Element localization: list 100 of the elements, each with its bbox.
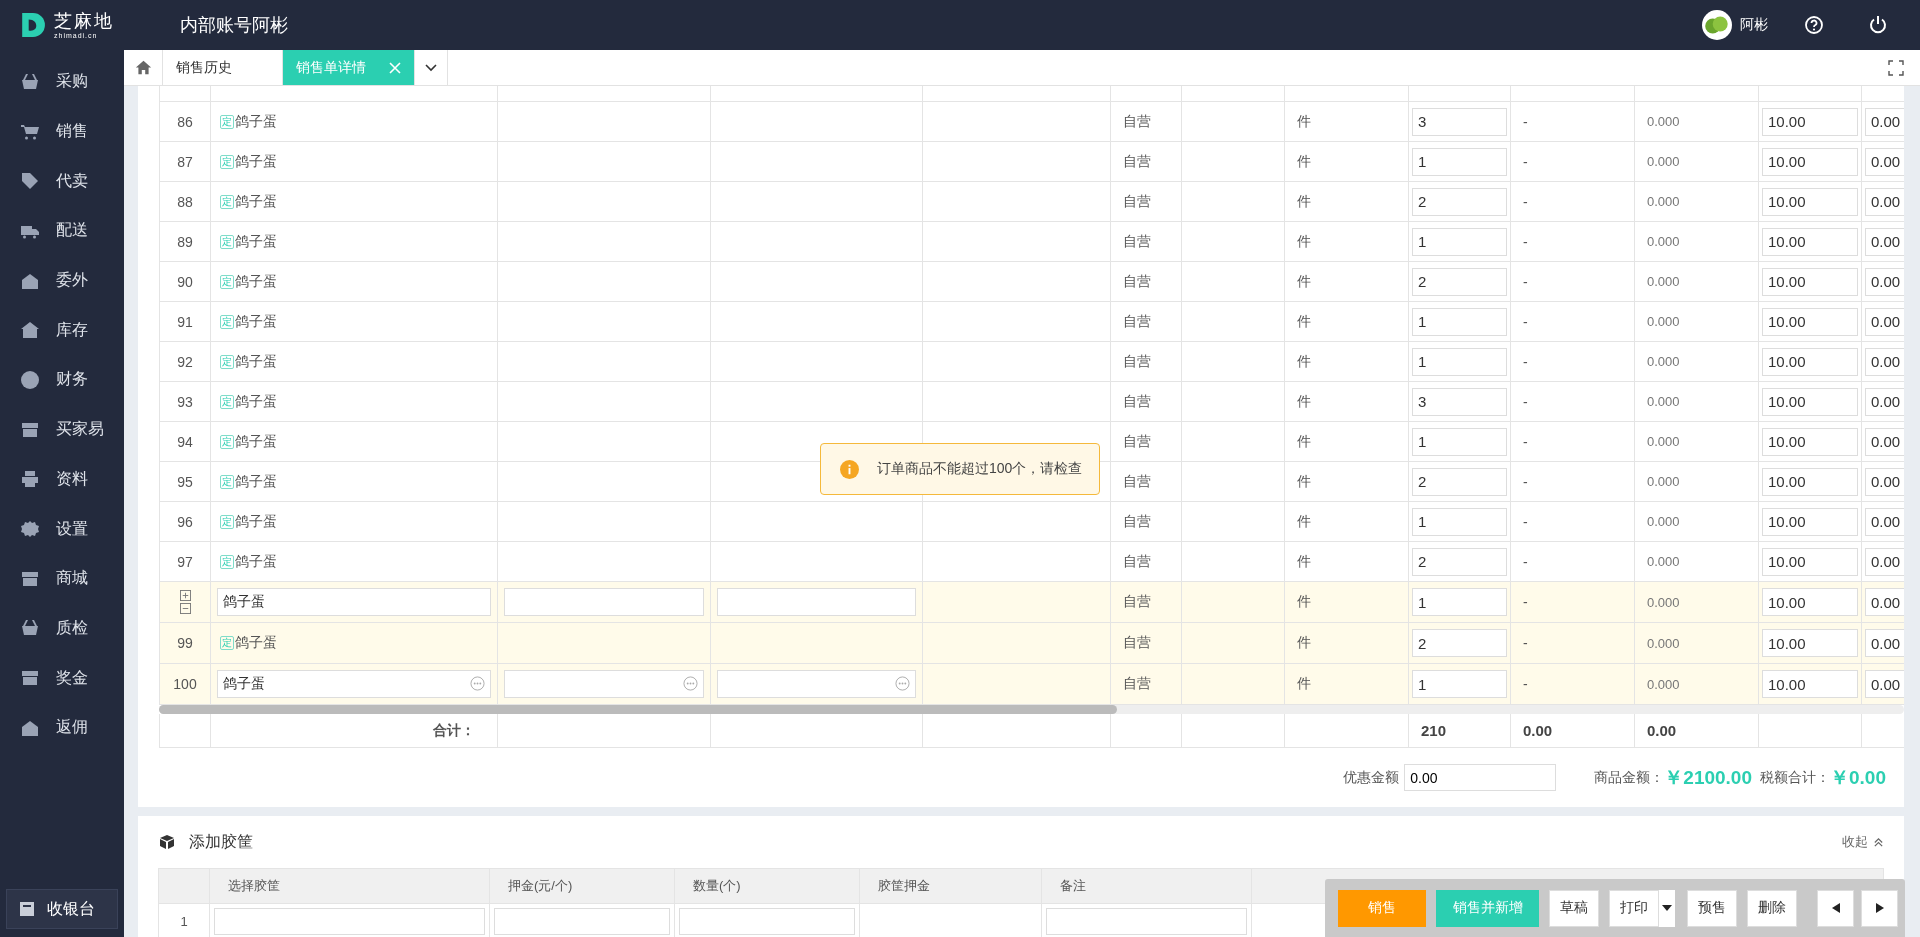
more-icon[interactable] [683, 676, 698, 691]
table-cell: 0.000 [1635, 462, 1759, 502]
price-field[interactable]: 10.00 [1762, 347, 1858, 376]
input-field[interactable]: 0.00 [1865, 387, 1904, 416]
price-field[interactable]: 10.00 [1762, 267, 1858, 296]
input-field[interactable]: 0.00 [1865, 670, 1904, 698]
input-field[interactable] [504, 670, 704, 698]
quantity-field[interactable]: 2 [1412, 629, 1507, 657]
scrollbar-thumb[interactable] [159, 705, 1117, 714]
product-name: 鸽子蛋 [235, 512, 277, 531]
dropdown-button[interactable] [1659, 889, 1675, 927]
sidebar-item[interactable]: 资料 [0, 454, 124, 505]
input-field[interactable]: 0.00 [1865, 187, 1904, 216]
price-field[interactable]: 10.00 [1762, 147, 1858, 176]
action-button[interactable]: 删除 [1747, 889, 1797, 927]
sidebar-item[interactable]: 设置 [0, 504, 124, 554]
price-field[interactable]: 10.00 [1762, 427, 1858, 456]
input-field[interactable]: 0.00 [1865, 267, 1904, 296]
price-field[interactable]: 10.00 [1762, 629, 1858, 657]
sidebar-item[interactable]: 库存 [0, 305, 124, 356]
sidebar-item[interactable]: 采购 [0, 57, 124, 107]
sidebar-item[interactable]: 返佣 [0, 702, 124, 753]
sidebar-label: 采购 [56, 71, 88, 92]
column-header: 数量(个) [675, 869, 860, 904]
input-field[interactable] [717, 588, 916, 616]
action-button[interactable]: 草稿 [1549, 889, 1599, 927]
input-field[interactable]: 0.00 [1865, 467, 1904, 496]
quantity-field[interactable]: 1 [1412, 147, 1507, 176]
row-number: 95 [159, 462, 211, 502]
close-icon[interactable] [389, 61, 401, 74]
quantity-field[interactable]: 3 [1412, 107, 1507, 136]
quantity-field[interactable]: 2 [1412, 547, 1507, 576]
table-cell: 自营 [1111, 422, 1182, 462]
price-field[interactable]: 10.00 [1762, 227, 1858, 256]
quantity-field[interactable]: 2 [1412, 267, 1507, 296]
minus-icon[interactable] [179, 603, 191, 614]
quantity-field[interactable]: 1 [1412, 427, 1507, 456]
previous-button[interactable] [1817, 889, 1854, 927]
input-field[interactable]: 0.00 [1865, 507, 1904, 536]
sidebar-item[interactable]: 配送 [0, 206, 124, 256]
sidebar-item[interactable]: 商城 [0, 553, 124, 604]
price-field[interactable]: 10.00 [1762, 307, 1858, 336]
next-button[interactable] [1861, 889, 1898, 927]
user-name[interactable]: 阿彬 [1740, 16, 1768, 34]
price-field[interactable]: 10.00 [1762, 670, 1858, 698]
collapse-link[interactable]: 收起 [1842, 833, 1884, 851]
row-number: 86 [159, 102, 211, 142]
quantity-field[interactable]: 1 [1412, 507, 1507, 536]
discount-field[interactable]: 0.00 [1404, 764, 1557, 791]
price-field[interactable]: 10.00 [1762, 467, 1858, 496]
more-icon[interactable] [470, 676, 485, 691]
table-cell: 件 [1285, 262, 1409, 302]
input-field[interactable]: 0.00 [1865, 588, 1904, 616]
sidebar-item[interactable]: 财务 [0, 355, 124, 405]
price-field[interactable]: 10.00 [1762, 588, 1858, 616]
input-field[interactable]: 0.00 [1865, 347, 1904, 376]
quantity-field[interactable]: 1 [1412, 347, 1507, 376]
quantity-field[interactable]: 1 [1412, 227, 1507, 256]
action-button[interactable]: 预售 [1687, 889, 1737, 927]
input-field[interactable]: 0.00 [1865, 107, 1904, 136]
sidebar-item[interactable]: 销售 [0, 106, 124, 157]
fullscreen-icon[interactable] [1888, 59, 1904, 76]
quantity-field[interactable]: 1 [1412, 670, 1507, 698]
price-field[interactable]: 10.00 [1762, 107, 1858, 136]
sidebar-item[interactable]: 委外 [0, 255, 124, 306]
product-name: 鸽子蛋 [235, 432, 277, 451]
price-field[interactable]: 10.00 [1762, 507, 1858, 536]
quantity-field[interactable]: 2 [1412, 467, 1507, 496]
quantity-field[interactable]: 1 [1412, 588, 1507, 616]
plus-icon[interactable] [179, 590, 191, 601]
input-field[interactable] [717, 670, 916, 698]
price-field[interactable]: 10.00 [1762, 387, 1858, 416]
product-field[interactable]: 鸽子蛋 [217, 588, 491, 616]
product-name: 鸽子蛋 [235, 232, 277, 251]
action-button[interactable]: 打印 [1609, 889, 1659, 927]
sidebar-item[interactable]: 质检 [0, 603, 124, 654]
sidebar-item[interactable]: 奖金 [0, 653, 124, 703]
quantity-field[interactable]: 2 [1412, 187, 1507, 216]
sidebar-item[interactable]: 代卖 [0, 156, 124, 207]
input-field[interactable]: 0.00 [1865, 547, 1904, 576]
avatar-icon[interactable] [1702, 10, 1732, 40]
price-field[interactable]: 10.00 [1762, 547, 1858, 576]
quantity-field[interactable]: 1 [1412, 307, 1507, 336]
cashier-button[interactable]: 收银台 [6, 889, 118, 929]
product-field[interactable]: 鸽子蛋 [217, 670, 491, 698]
input-field[interactable]: 0.00 [1865, 147, 1904, 176]
row-number: 1 [159, 904, 210, 937]
price-field[interactable]: 10.00 [1762, 187, 1858, 216]
input-field[interactable] [504, 588, 704, 616]
power-icon[interactable] [1868, 15, 1888, 35]
input-field[interactable]: 0.00 [1865, 629, 1904, 657]
tax-label: 税额合计： [1760, 768, 1830, 787]
quantity-field[interactable]: 3 [1412, 387, 1507, 416]
help-icon[interactable] [1804, 15, 1824, 35]
input-field[interactable]: 0.00 [1865, 427, 1904, 456]
input-field[interactable]: 0.00 [1865, 307, 1904, 336]
more-icon[interactable] [895, 676, 910, 691]
sidebar-item[interactable]: 买家易 [0, 404, 124, 455]
input-field[interactable]: 0.00 [1865, 227, 1904, 256]
logo-name: 芝麻地 [54, 11, 114, 30]
